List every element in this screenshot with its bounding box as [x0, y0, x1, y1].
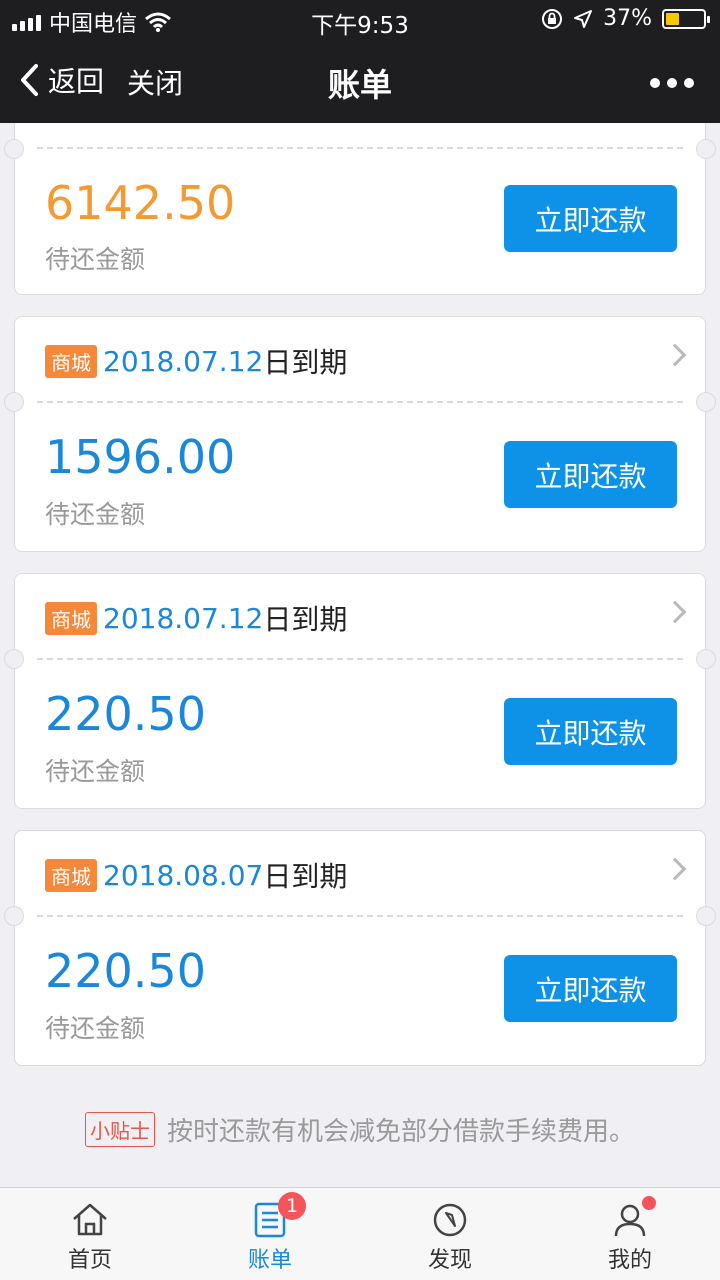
tab-label: 发现: [427, 1248, 472, 1273]
tip-text: 按时还款有机会减免部分借款手续费用。: [166, 1117, 635, 1147]
battery-percent: 37%: [603, 6, 652, 31]
amount-label: 待还金额: [45, 1014, 146, 1043]
chevron-right-icon[interactable]: [663, 857, 687, 881]
due-suffix: 日到期: [263, 346, 348, 379]
battery-level: [666, 12, 679, 25]
pay-now-button[interactable]: 立即还款: [504, 185, 677, 252]
page-title: 账单: [327, 66, 392, 104]
bill-header[interactable]: 商城 2018.08.07 日到期: [45, 855, 347, 895]
tip-badge: 小贴士: [84, 1112, 155, 1147]
due-suffix: 日到期: [263, 603, 348, 636]
tip: 小贴士 按时还款有机会减免部分借款手续费用。: [0, 1111, 720, 1148]
amount-due: 6142.50: [45, 176, 236, 230]
home-icon: [73, 1203, 107, 1236]
nav-bar: 返回 关闭 账单: [0, 40, 720, 123]
tab-discover[interactable]: 发现: [360, 1188, 540, 1280]
pay-now-button[interactable]: 立即还款: [504, 698, 677, 765]
status-bar: 中国电信 下午9:53 37%: [0, 0, 720, 40]
due-date: 2018.08.07: [103, 858, 264, 892]
rotation-lock-icon: [542, 8, 563, 29]
tab-label: 账单: [247, 1248, 292, 1273]
due-suffix: 日到期: [263, 860, 348, 893]
tab-label: 我的: [607, 1248, 652, 1273]
tab-home[interactable]: 首页: [0, 1188, 180, 1280]
bill-header[interactable]: 商城 2018.07.12 日到期: [45, 341, 347, 381]
mall-tag: 商城: [45, 344, 97, 378]
bill-header[interactable]: 商城 2018.07.12 日到期: [45, 598, 347, 638]
bill-list: 6142.50 待还金额 立即还款 商城 2018.07.12 日到期 1596…: [0, 123, 720, 1187]
tab-label: 首页: [67, 1248, 112, 1273]
battery-icon: [662, 8, 710, 29]
chevron-right-icon[interactable]: [663, 600, 687, 624]
amount-due: 1596.00: [45, 430, 236, 484]
mall-tag: 商城: [45, 858, 97, 892]
more-icon[interactable]: [650, 78, 694, 88]
amount-label: 待还金额: [45, 245, 146, 274]
amount-due: 220.50: [45, 944, 206, 998]
amount-due: 220.50: [45, 687, 206, 741]
location-icon: [574, 9, 593, 28]
tab-bar: 首页 1 账单 发现 我的: [0, 1187, 720, 1280]
due-date: 2018.07.12: [103, 601, 264, 635]
bill-card: 商城 2018.08.07 日到期 220.50 待还金额 立即还款: [4, 830, 716, 1066]
bill-card: 6142.50 待还金额 立即还款: [4, 123, 716, 295]
tab-bill[interactable]: 1 账单: [180, 1188, 360, 1280]
bill-card: 商城 2018.07.12 日到期 1596.00 待还金额 立即还款: [4, 316, 716, 552]
tab-me[interactable]: 我的: [540, 1188, 720, 1280]
pay-now-button[interactable]: 立即还款: [504, 955, 677, 1022]
bill-card: 商城 2018.07.12 日到期 220.50 待还金额 立即还款: [4, 573, 716, 809]
compass-icon: [433, 1203, 467, 1237]
amount-label: 待还金额: [45, 500, 146, 529]
notification-dot: [642, 1196, 656, 1210]
chevron-right-icon[interactable]: [663, 343, 687, 367]
pay-now-button[interactable]: 立即还款: [504, 441, 677, 508]
amount-label: 待还金额: [45, 757, 146, 786]
unread-badge: 1: [278, 1192, 306, 1220]
due-date: 2018.07.12: [103, 344, 264, 378]
mall-tag: 商城: [45, 601, 97, 635]
